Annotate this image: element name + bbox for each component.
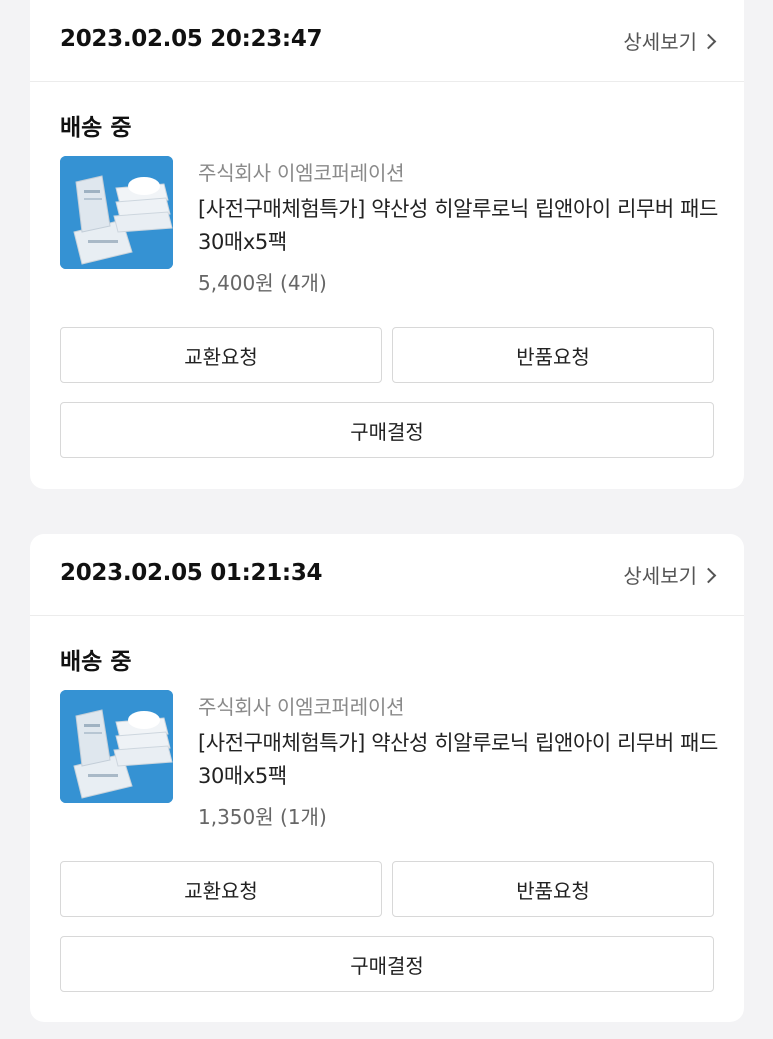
order-date: 2023.02.05 01:21:34 <box>60 560 323 586</box>
delivery-status: 배송 중 <box>60 649 132 675</box>
seller-name: 주식회사 이엠코퍼레이션 <box>198 695 405 719</box>
order-card-header: 2023.02.05 20:23:47 상세보기 <box>30 0 744 82</box>
chevron-right-icon <box>700 33 717 49</box>
delivery-status: 배송 중 <box>60 115 132 141</box>
seller-name: 주식회사 이엠코퍼레이션 <box>198 161 405 185</box>
chevron-right-icon <box>700 567 717 583</box>
view-details-link[interactable]: 상세보기 <box>623 560 717 589</box>
price-quantity: 5,400원 (4개) <box>198 271 327 295</box>
product-image-icon <box>60 156 173 269</box>
price-quantity: 1,350원 (1개) <box>198 805 327 829</box>
view-details-label: 상세보기 <box>623 564 697 588</box>
product-name-link[interactable]: [사전구매체험특가] 약산성 히알루로닉 립앤아이 리무버 패드 30매x5팩 <box>198 193 720 259</box>
order-card: 2023.02.05 20:23:47 상세보기 배송 중 주식회사 이엠코퍼레… <box>30 0 744 489</box>
product-name-link[interactable]: [사전구매체험특가] 약산성 히알루로닉 립앤아이 리무버 패드 30매x5팩 <box>198 727 720 793</box>
order-card: 2023.02.05 01:21:34 상세보기 배송 중 주식회사 이엠코퍼레… <box>30 534 744 1022</box>
return-request-button[interactable]: 반품요청 <box>392 327 714 383</box>
order-list: 2023.02.05 20:23:47 상세보기 배송 중 주식회사 이엠코퍼레… <box>0 0 773 1039</box>
product-image-icon <box>60 690 173 803</box>
purchase-confirm-button[interactable]: 구매결정 <box>60 936 714 992</box>
view-details-label: 상세보기 <box>623 30 697 54</box>
order-card-header: 2023.02.05 01:21:34 상세보기 <box>30 534 744 616</box>
exchange-request-button[interactable]: 교환요청 <box>60 861 382 917</box>
product-thumbnail[interactable] <box>60 156 173 269</box>
product-thumbnail[interactable] <box>60 690 173 803</box>
purchase-confirm-button[interactable]: 구매결정 <box>60 402 714 458</box>
view-details-link[interactable]: 상세보기 <box>623 26 717 55</box>
order-date: 2023.02.05 20:23:47 <box>60 26 323 52</box>
return-request-button[interactable]: 반품요청 <box>392 861 714 917</box>
exchange-request-button[interactable]: 교환요청 <box>60 327 382 383</box>
